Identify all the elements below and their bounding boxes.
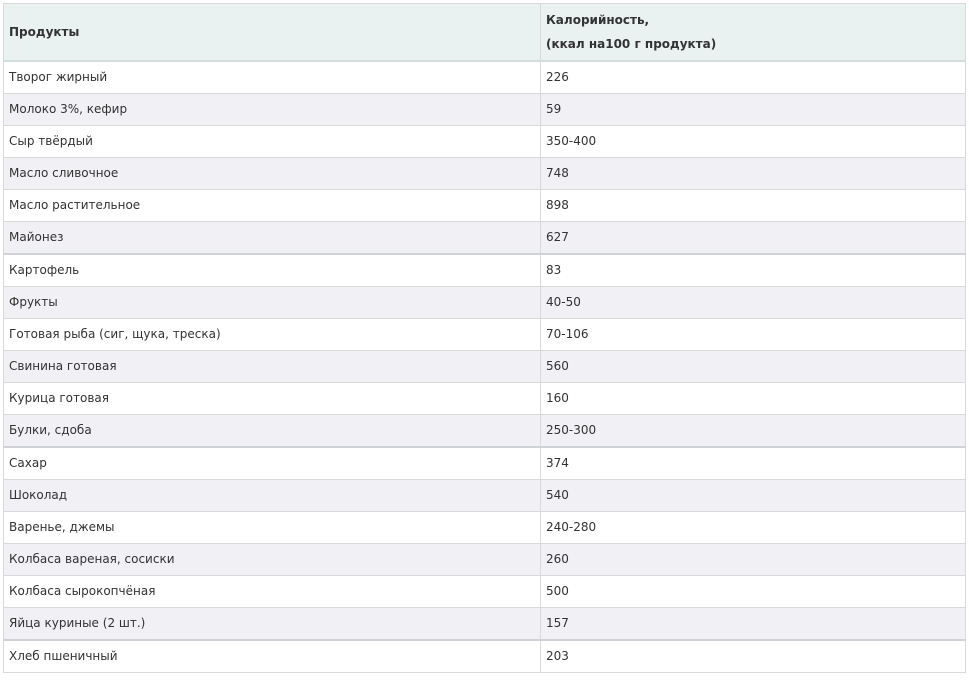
cell-calories: 203 [540,639,966,673]
cell-calories: 350-400 [540,125,966,158]
cell-calories: 83 [540,253,966,287]
header-calories-line1: Калорийность, [546,13,650,27]
cell-calories: 374 [540,446,966,480]
cell-calories: 59 [540,93,966,126]
table-row: Варенье, джемы 240-280 [3,511,966,544]
cell-calories: 250-300 [540,414,966,448]
cell-product: Курица готовая [3,382,541,415]
cell-calories: 226 [540,60,966,94]
table-row: Готовая рыба (сиг, щука, треска) 70-106 [3,318,966,351]
cell-calories: 240-280 [540,511,966,544]
cell-product: Колбаса вареная, сосиски [3,543,541,576]
header-calories: Калорийность, (ккал на100 г продукта) [540,3,966,62]
header-row: Продукты Калорийность, (ккал на100 г про… [3,3,966,62]
cell-product: Хлеб пшеничный [3,639,541,673]
table-row: Масло сливочное 748 [3,157,966,190]
cell-calories: 40-50 [540,286,966,319]
table-row: Фрукты 40-50 [3,286,966,319]
cell-calories: 157 [540,607,966,641]
table-row: Свинина готовая 560 [3,350,966,383]
table-row: Творог жирный 226 [3,60,966,94]
table-row: Картофель 83 [3,253,966,287]
table-row: Хлеб пшеничный 203 [3,639,966,673]
cell-product: Масло сливочное [3,157,541,190]
cell-product: Варенье, джемы [3,511,541,544]
cell-product: Шоколад [3,479,541,512]
cell-product: Фрукты [3,286,541,319]
cell-product: Свинина готовая [3,350,541,383]
calorie-table: Продукты Калорийность, (ккал на100 г про… [3,3,966,673]
cell-product: Масло растительное [3,189,541,222]
table-header: Продукты Калорийность, (ккал на100 г про… [3,3,966,62]
cell-calories: 560 [540,350,966,383]
cell-product: Колбаса сырокопчёная [3,575,541,608]
table-body: Творог жирный 226 Молоко 3%, кефир 59 Сы… [3,60,966,673]
header-products: Продукты [3,3,541,62]
cell-product: Булки, сдоба [3,414,541,448]
cell-calories: 500 [540,575,966,608]
cell-calories: 70-106 [540,318,966,351]
table-row: Яйца куриные (2 шт.) 157 [3,607,966,641]
table-row: Майонез 627 [3,221,966,255]
cell-calories: 540 [540,479,966,512]
cell-product: Творог жирный [3,60,541,94]
table-row: Сахар 374 [3,446,966,480]
cell-product: Сахар [3,446,541,480]
cell-calories: 160 [540,382,966,415]
cell-calories: 260 [540,543,966,576]
header-calories-line2: (ккал на100 г продукта) [546,37,717,51]
cell-calories: 748 [540,157,966,190]
cell-calories: 898 [540,189,966,222]
table-row: Масло растительное 898 [3,189,966,222]
table-row: Булки, сдоба 250-300 [3,414,966,448]
cell-product: Молоко 3%, кефир [3,93,541,126]
cell-product: Яйца куриные (2 шт.) [3,607,541,641]
calorie-table-container: Продукты Калорийность, (ккал на100 г про… [3,3,966,673]
cell-calories: 627 [540,221,966,255]
table-row: Молоко 3%, кефир 59 [3,93,966,126]
table-row: Колбаса вареная, сосиски 260 [3,543,966,576]
table-row: Сыр твёрдый 350-400 [3,125,966,158]
table-row: Колбаса сырокопчёная 500 [3,575,966,608]
cell-product: Готовая рыба (сиг, щука, треска) [3,318,541,351]
cell-product: Картофель [3,253,541,287]
table-row: Шоколад 540 [3,479,966,512]
table-row: Курица готовая 160 [3,382,966,415]
cell-product: Майонез [3,221,541,255]
cell-product: Сыр твёрдый [3,125,541,158]
